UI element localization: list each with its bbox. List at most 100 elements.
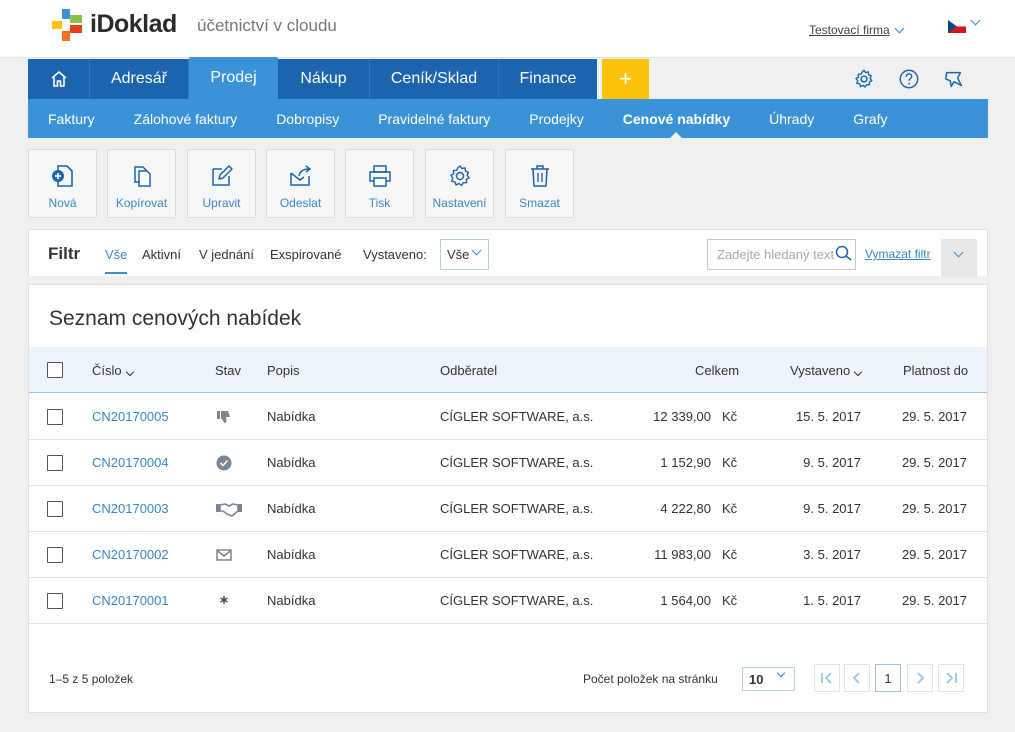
row-currency: Kč (722, 409, 738, 424)
column-total: Celkem (695, 363, 740, 378)
nav-item-nakup[interactable]: Nákup (278, 59, 370, 99)
feedback-icon[interactable] (943, 68, 965, 90)
offer-number-link[interactable]: CN20170002 (92, 547, 169, 562)
subnav-zalohove-faktury[interactable]: Zálohové faktury (134, 99, 238, 138)
edit-label: Upravit (202, 196, 241, 210)
nav-item-prodej[interactable]: Prodej (189, 57, 278, 99)
chevron-left-icon (852, 672, 860, 684)
subnav-uhrady[interactable]: Úhrady (769, 99, 814, 138)
send-icon (289, 165, 311, 186)
row-total: 12 339,00 (653, 409, 711, 424)
new-button[interactable]: Nová (28, 149, 97, 218)
subnav-dobropisy[interactable]: Dobropisy (276, 99, 339, 138)
nav-item-finance[interactable]: Finance (499, 59, 597, 99)
czech-flag-icon[interactable] (948, 20, 966, 33)
offer-number-link[interactable]: CN20170004 (92, 455, 169, 470)
settings-button[interactable]: Nastavení (425, 149, 494, 218)
nav-item-cenik-sklad[interactable]: Ceník/Sklad (370, 59, 499, 99)
filter-tab-in-progress[interactable]: V jednání (199, 247, 254, 262)
row-customer: CÍGLER SOFTWARE, a.s. (440, 547, 594, 562)
subnav-faktury[interactable]: Faktury (48, 99, 95, 138)
row-total: 1 152,90 (660, 455, 711, 470)
subnav-grafy[interactable]: Grafy (853, 99, 887, 138)
item-count: 1–5 z 5 položek (49, 672, 134, 686)
column-valid-until: Platnost do (903, 363, 969, 378)
add-new-button[interactable]: + (602, 59, 649, 99)
table-row[interactable]: CN20170003 Nabídka CÍGLER SOFTWARE, a.s.… (29, 486, 987, 532)
tagline: účetnictví v cloudu (197, 16, 337, 35)
filter-tab-active[interactable]: Aktivní (142, 247, 181, 262)
printer-icon (368, 165, 391, 187)
print-button[interactable]: Tisk (345, 149, 414, 218)
subnav-cenove-nabidky[interactable]: Cenové nabídky (623, 99, 730, 139)
row-currency: Kč (722, 455, 738, 470)
issued-select[interactable]: Vše (440, 239, 489, 270)
nav-home[interactable] (28, 59, 90, 99)
chevron-down-icon (471, 245, 482, 256)
filter-tab-all[interactable]: Vše (105, 247, 128, 274)
nav-item-adresar[interactable]: Adresář (90, 59, 189, 99)
idoklad-logo-icon[interactable] (52, 9, 84, 41)
row-currency: Kč (722, 593, 738, 608)
row-total: 11 983,00 (654, 547, 711, 562)
row-checkbox[interactable] (47, 547, 63, 563)
row-valid-until: 29. 5. 2017 (901, 409, 967, 424)
company-name[interactable]: Testovací firma (809, 23, 890, 37)
table-row[interactable]: CN20170002 Nabídka CÍGLER SOFTWARE, a.s.… (29, 532, 987, 578)
subnav-pravidelne-faktury[interactable]: Pravidelné faktury (378, 99, 490, 138)
row-issued: 9. 5. 2017 (803, 455, 861, 470)
page-number-button[interactable]: 1 (875, 664, 901, 692)
table-row[interactable]: CN20170005 Nabídka CÍGLER SOFTWARE, a.s.… (29, 394, 987, 440)
sort-chevron-icon (853, 367, 863, 377)
subnav-prodejky[interactable]: Prodejky (529, 99, 583, 138)
delete-button[interactable]: Smazat (505, 149, 574, 218)
table-row[interactable]: CN20170004 Nabídka CÍGLER SOFTWARE, a.s.… (29, 440, 987, 486)
expand-filter-button[interactable] (941, 239, 977, 277)
pencil-icon (211, 165, 233, 186)
copy-label: Kopírovat (115, 196, 168, 210)
gear-icon[interactable] (853, 68, 875, 90)
language-chevron-icon[interactable] (970, 15, 981, 26)
last-page-button[interactable] (938, 664, 964, 692)
filter-bar: Filtr Vše Aktivní V jednání Exspirované … (28, 229, 988, 277)
chevron-right-icon (917, 672, 925, 684)
edit-button[interactable]: Upravit (187, 149, 256, 218)
chevron-down-icon[interactable] (894, 23, 905, 33)
previous-page-button[interactable] (844, 664, 870, 692)
trash-icon (530, 165, 549, 187)
search-icon[interactable] (834, 244, 854, 264)
row-checkbox[interactable] (47, 409, 63, 425)
offer-number-link[interactable]: CN20170001 (92, 593, 169, 608)
row-customer: CÍGLER SOFTWARE, a.s. (440, 593, 594, 608)
filter-tab-expired[interactable]: Exspirované (270, 247, 342, 262)
row-checkbox[interactable] (47, 501, 63, 517)
copy-button[interactable]: Kopírovat (107, 149, 176, 218)
row-issued: 9. 5. 2017 (803, 501, 861, 516)
row-checkbox[interactable] (47, 455, 63, 471)
row-checkbox[interactable] (47, 593, 63, 609)
row-issued: 15. 5. 2017 (795, 409, 861, 424)
row-total: 4 222,80 (660, 501, 711, 516)
table-row[interactable]: CN20170001 Nabídka CÍGLER SOFTWARE, a.s.… (29, 578, 987, 624)
settings-gear-icon (449, 165, 470, 187)
issued-label: Vystaveno: (363, 247, 427, 262)
clear-filter-link[interactable]: Vymazat filtr (865, 247, 931, 261)
offer-number-link[interactable]: CN20170005 (92, 409, 169, 424)
offer-number-link[interactable]: CN20170003 (92, 501, 169, 516)
first-page-button[interactable] (814, 664, 840, 692)
column-number[interactable]: Číslo (92, 363, 134, 378)
row-issued: 3. 5. 2017 (803, 547, 861, 562)
next-page-button[interactable] (907, 664, 933, 692)
company-selector[interactable]: Testovací firma (809, 23, 905, 37)
select-all-checkbox[interactable] (47, 362, 63, 378)
row-valid-until: 29. 5. 2017 (901, 501, 967, 516)
sub-navigation: Faktury Zálohové faktury Dobropisy Pravi… (28, 99, 988, 139)
send-button[interactable]: Odeslat (266, 149, 335, 218)
column-description: Popis (267, 363, 300, 378)
help-icon[interactable] (898, 68, 920, 90)
check-circle-icon (216, 455, 232, 471)
per-page-select[interactable]: 10 (742, 667, 795, 691)
column-issued[interactable]: Vystaveno (790, 363, 863, 378)
brand-name[interactable]: iDoklad (90, 10, 177, 39)
per-page-value: 10 (749, 672, 764, 687)
